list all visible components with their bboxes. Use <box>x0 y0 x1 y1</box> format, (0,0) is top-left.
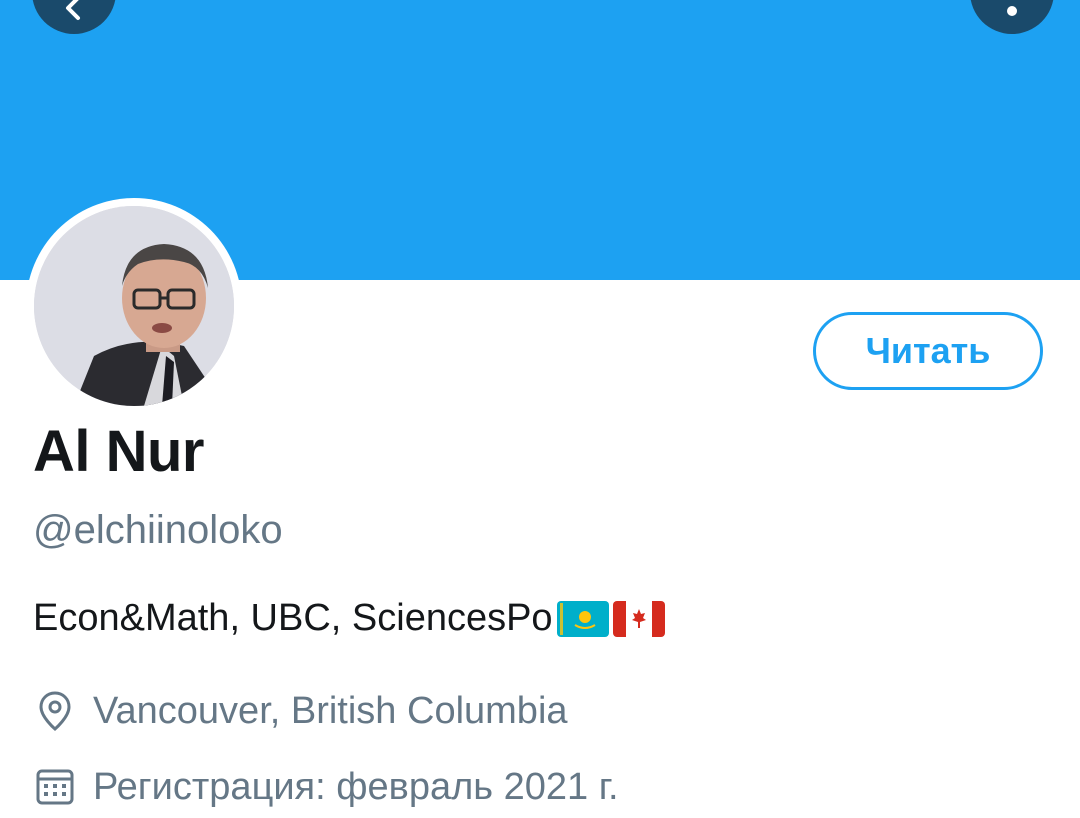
more-vertical-icon <box>1007 6 1017 16</box>
location-text: Vancouver, British Columbia <box>93 689 568 732</box>
join-date-text: Регистрация: февраль 2021 г. <box>93 765 619 808</box>
profile-location: Vancouver, British Columbia <box>33 689 568 733</box>
avatar-container[interactable] <box>26 198 242 414</box>
chevron-left-icon <box>66 0 80 20</box>
display-name: Al Nur <box>33 419 205 484</box>
avatar[interactable] <box>34 206 234 406</box>
profile-bio: Econ&Math, UBC, SciencesPo <box>33 597 665 640</box>
calendar-icon <box>36 769 74 805</box>
avatar-image <box>34 206 234 406</box>
kazakhstan-flag-icon <box>556 600 609 637</box>
canada-flag-icon <box>612 600 665 637</box>
bio-text: Econ&Math, UBC, SciencesPo <box>33 597 553 639</box>
follow-button[interactable]: Читать <box>813 312 1043 390</box>
profile-join-date: Регистрация: февраль 2021 г. <box>33 765 619 809</box>
location-pin-icon <box>39 691 71 731</box>
user-handle: @elchiinoloko <box>33 508 283 552</box>
